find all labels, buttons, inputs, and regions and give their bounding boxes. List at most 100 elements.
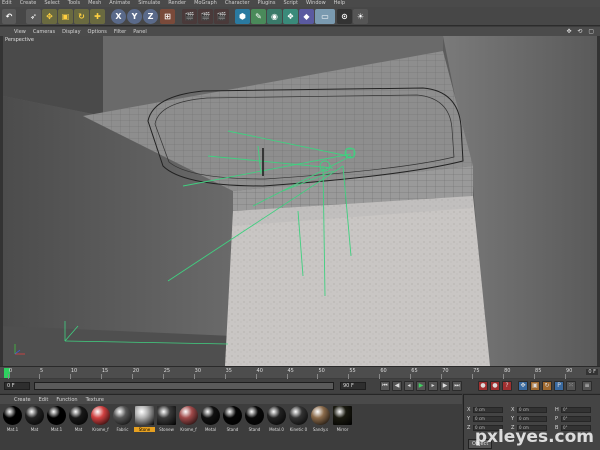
material-swatch [3, 406, 22, 425]
coordinate-value-field[interactable]: 0° [561, 407, 591, 413]
key-position-icon[interactable]: ✥ [518, 381, 528, 391]
coordinate-value-field[interactable]: 0 cm [517, 407, 547, 413]
coordinate-value-field[interactable]: 0° [561, 416, 591, 422]
render-view-icon[interactable]: 🎬 [182, 9, 197, 24]
material-item[interactable]: Fabric [112, 406, 133, 432]
end-frame-field[interactable]: 90 F [340, 382, 366, 390]
go-to-end-icon[interactable]: ⏭ [452, 381, 462, 391]
render-settings-icon[interactable]: 🎬 [214, 9, 229, 24]
next-key-icon[interactable]: ▶ [440, 381, 450, 391]
move-icon[interactable]: ✥ [42, 9, 57, 24]
render-picture-viewer-icon[interactable]: 🎬 [198, 9, 213, 24]
key-rotation-icon[interactable]: ↻ [542, 381, 552, 391]
menu-plugins[interactable]: Plugins [258, 0, 276, 7]
array-icon[interactable]: ❖ [283, 9, 298, 24]
menu-simulate[interactable]: Simulate [138, 0, 160, 7]
coordinate-axis-label: P [555, 416, 559, 422]
deformer-icon[interactable]: ◆ [299, 9, 314, 24]
scale-icon[interactable]: ▣ [58, 9, 73, 24]
timeline-tick-label: 5 [39, 368, 44, 374]
material-item[interactable]: Krome_f [90, 406, 111, 432]
previous-key-icon[interactable]: ◀ [392, 381, 402, 391]
material-item[interactable]: Metal.0 [266, 406, 287, 432]
timeline-tick-label: 30 [194, 368, 202, 374]
play-icon[interactable]: ▶ [416, 381, 426, 391]
undo-icon[interactable]: ↶ [2, 9, 16, 24]
key-parameter-icon[interactable]: P [554, 381, 564, 391]
axis-y-button[interactable]: Y [127, 9, 142, 24]
viewport-menu-view[interactable]: View [14, 29, 26, 35]
viewport-navigation-icons[interactable]: ✥ ⟲ ▢ [566, 28, 596, 35]
viewport-menu-panel[interactable]: Panel [133, 29, 147, 35]
add-icon[interactable]: ✚ [90, 9, 105, 24]
cube-object-icon[interactable]: ⬢ [235, 9, 250, 24]
menu-help[interactable]: Help [334, 0, 345, 7]
start-frame-field[interactable]: 0 F [4, 382, 30, 390]
light-icon[interactable]: ☀ [353, 9, 368, 24]
key-point-level-icon[interactable]: ⁙ [566, 381, 576, 391]
viewport-menu-display[interactable]: Display [62, 29, 80, 35]
material-name: Metal.0 [269, 427, 284, 432]
menu-animate[interactable]: Animate [109, 0, 130, 7]
material-item[interactable]: Stonew [156, 406, 177, 432]
step-forward-icon[interactable]: ▸ [428, 381, 438, 391]
material-swatch [25, 406, 44, 425]
timeline-ruler[interactable]: 0 5 10 15 20 25 30 35 40 45 50 55 60 65 70 75 80 85 90 0 F [0, 366, 600, 379]
menu-create[interactable]: Create [20, 0, 37, 7]
coordinate-system-icon[interactable]: ⊞ [160, 9, 175, 24]
menu-render[interactable]: Render [168, 0, 186, 7]
material-item[interactable]: Stone [134, 406, 155, 432]
material-manager: Create Edit Function Texture Mat.1 Mat Mat… [0, 394, 462, 450]
material-item[interactable]: Sandy.s [310, 406, 331, 432]
material-swatch [245, 406, 264, 425]
material-swatch [267, 406, 286, 425]
frame-range-slider[interactable] [34, 382, 334, 390]
axis-x-button[interactable]: X [111, 9, 126, 24]
axis-z-button[interactable]: Z [143, 9, 158, 24]
nurbs-icon[interactable]: ◉ [267, 9, 282, 24]
rotate-icon[interactable]: ↻ [74, 9, 89, 24]
go-to-start-icon[interactable]: ⏮ [380, 381, 390, 391]
material-item[interactable]: Mirror [332, 406, 353, 432]
material-item[interactable]: Kinetic 0 [288, 406, 309, 432]
menu-mesh[interactable]: Mesh [88, 0, 101, 7]
material-item[interactable]: Mat.1 [2, 406, 23, 432]
menu-mograph[interactable]: MoGraph [194, 0, 217, 7]
perspective-viewport[interactable]: Perspective [3, 36, 597, 366]
material-menu-create[interactable]: Create [14, 397, 31, 403]
material-item[interactable]: Krome_f [178, 406, 199, 432]
keyframe-selection-icon[interactable]: ? [502, 381, 512, 391]
record-active-icon[interactable]: ● [478, 381, 488, 391]
autokey-icon[interactable]: ● [490, 381, 500, 391]
spline-pen-icon[interactable]: ✎ [251, 9, 266, 24]
material-menu-edit[interactable]: Edit [39, 397, 49, 403]
step-back-icon[interactable]: ◂ [404, 381, 414, 391]
material-menu-texture[interactable]: Texture [86, 397, 104, 403]
timeline-window-icon[interactable]: ≡ [582, 381, 592, 391]
coordinate-value-field[interactable]: 0 cm [473, 407, 503, 413]
timeline-tick-label: 35 [225, 368, 232, 374]
key-scale-icon[interactable]: ▣ [530, 381, 540, 391]
coordinate-value-field[interactable]: 0 cm [517, 416, 547, 422]
menu-select[interactable]: Select [44, 0, 59, 7]
viewport-menu-filter[interactable]: Filter [114, 29, 126, 35]
viewport-menu-options[interactable]: Options [88, 29, 107, 35]
menu-window[interactable]: Window [306, 0, 326, 7]
coordinate-value-field[interactable]: 0 cm [473, 416, 503, 422]
material-item[interactable]: Metal [200, 406, 221, 432]
menu-edit[interactable]: Edit [2, 0, 12, 7]
material-item[interactable]: Mat [68, 406, 89, 432]
material-item[interactable]: Stand [244, 406, 265, 432]
material-item[interactable]: Mat.1 [46, 406, 67, 432]
material-swatch [311, 406, 330, 425]
viewport-menu-cameras[interactable]: Cameras [33, 29, 55, 35]
material-item[interactable]: Stand [222, 406, 243, 432]
menu-tools[interactable]: Tools [68, 0, 80, 7]
scene-floor-icon[interactable]: ▭ [315, 9, 335, 24]
select-arrow-icon[interactable]: ➶ [26, 9, 41, 24]
menu-character[interactable]: Character [225, 0, 250, 7]
camera-icon[interactable]: ⊙ [337, 9, 352, 24]
material-menu-function[interactable]: Function [56, 397, 77, 403]
menu-script[interactable]: Script [283, 0, 298, 7]
material-item[interactable]: Mat [24, 406, 45, 432]
